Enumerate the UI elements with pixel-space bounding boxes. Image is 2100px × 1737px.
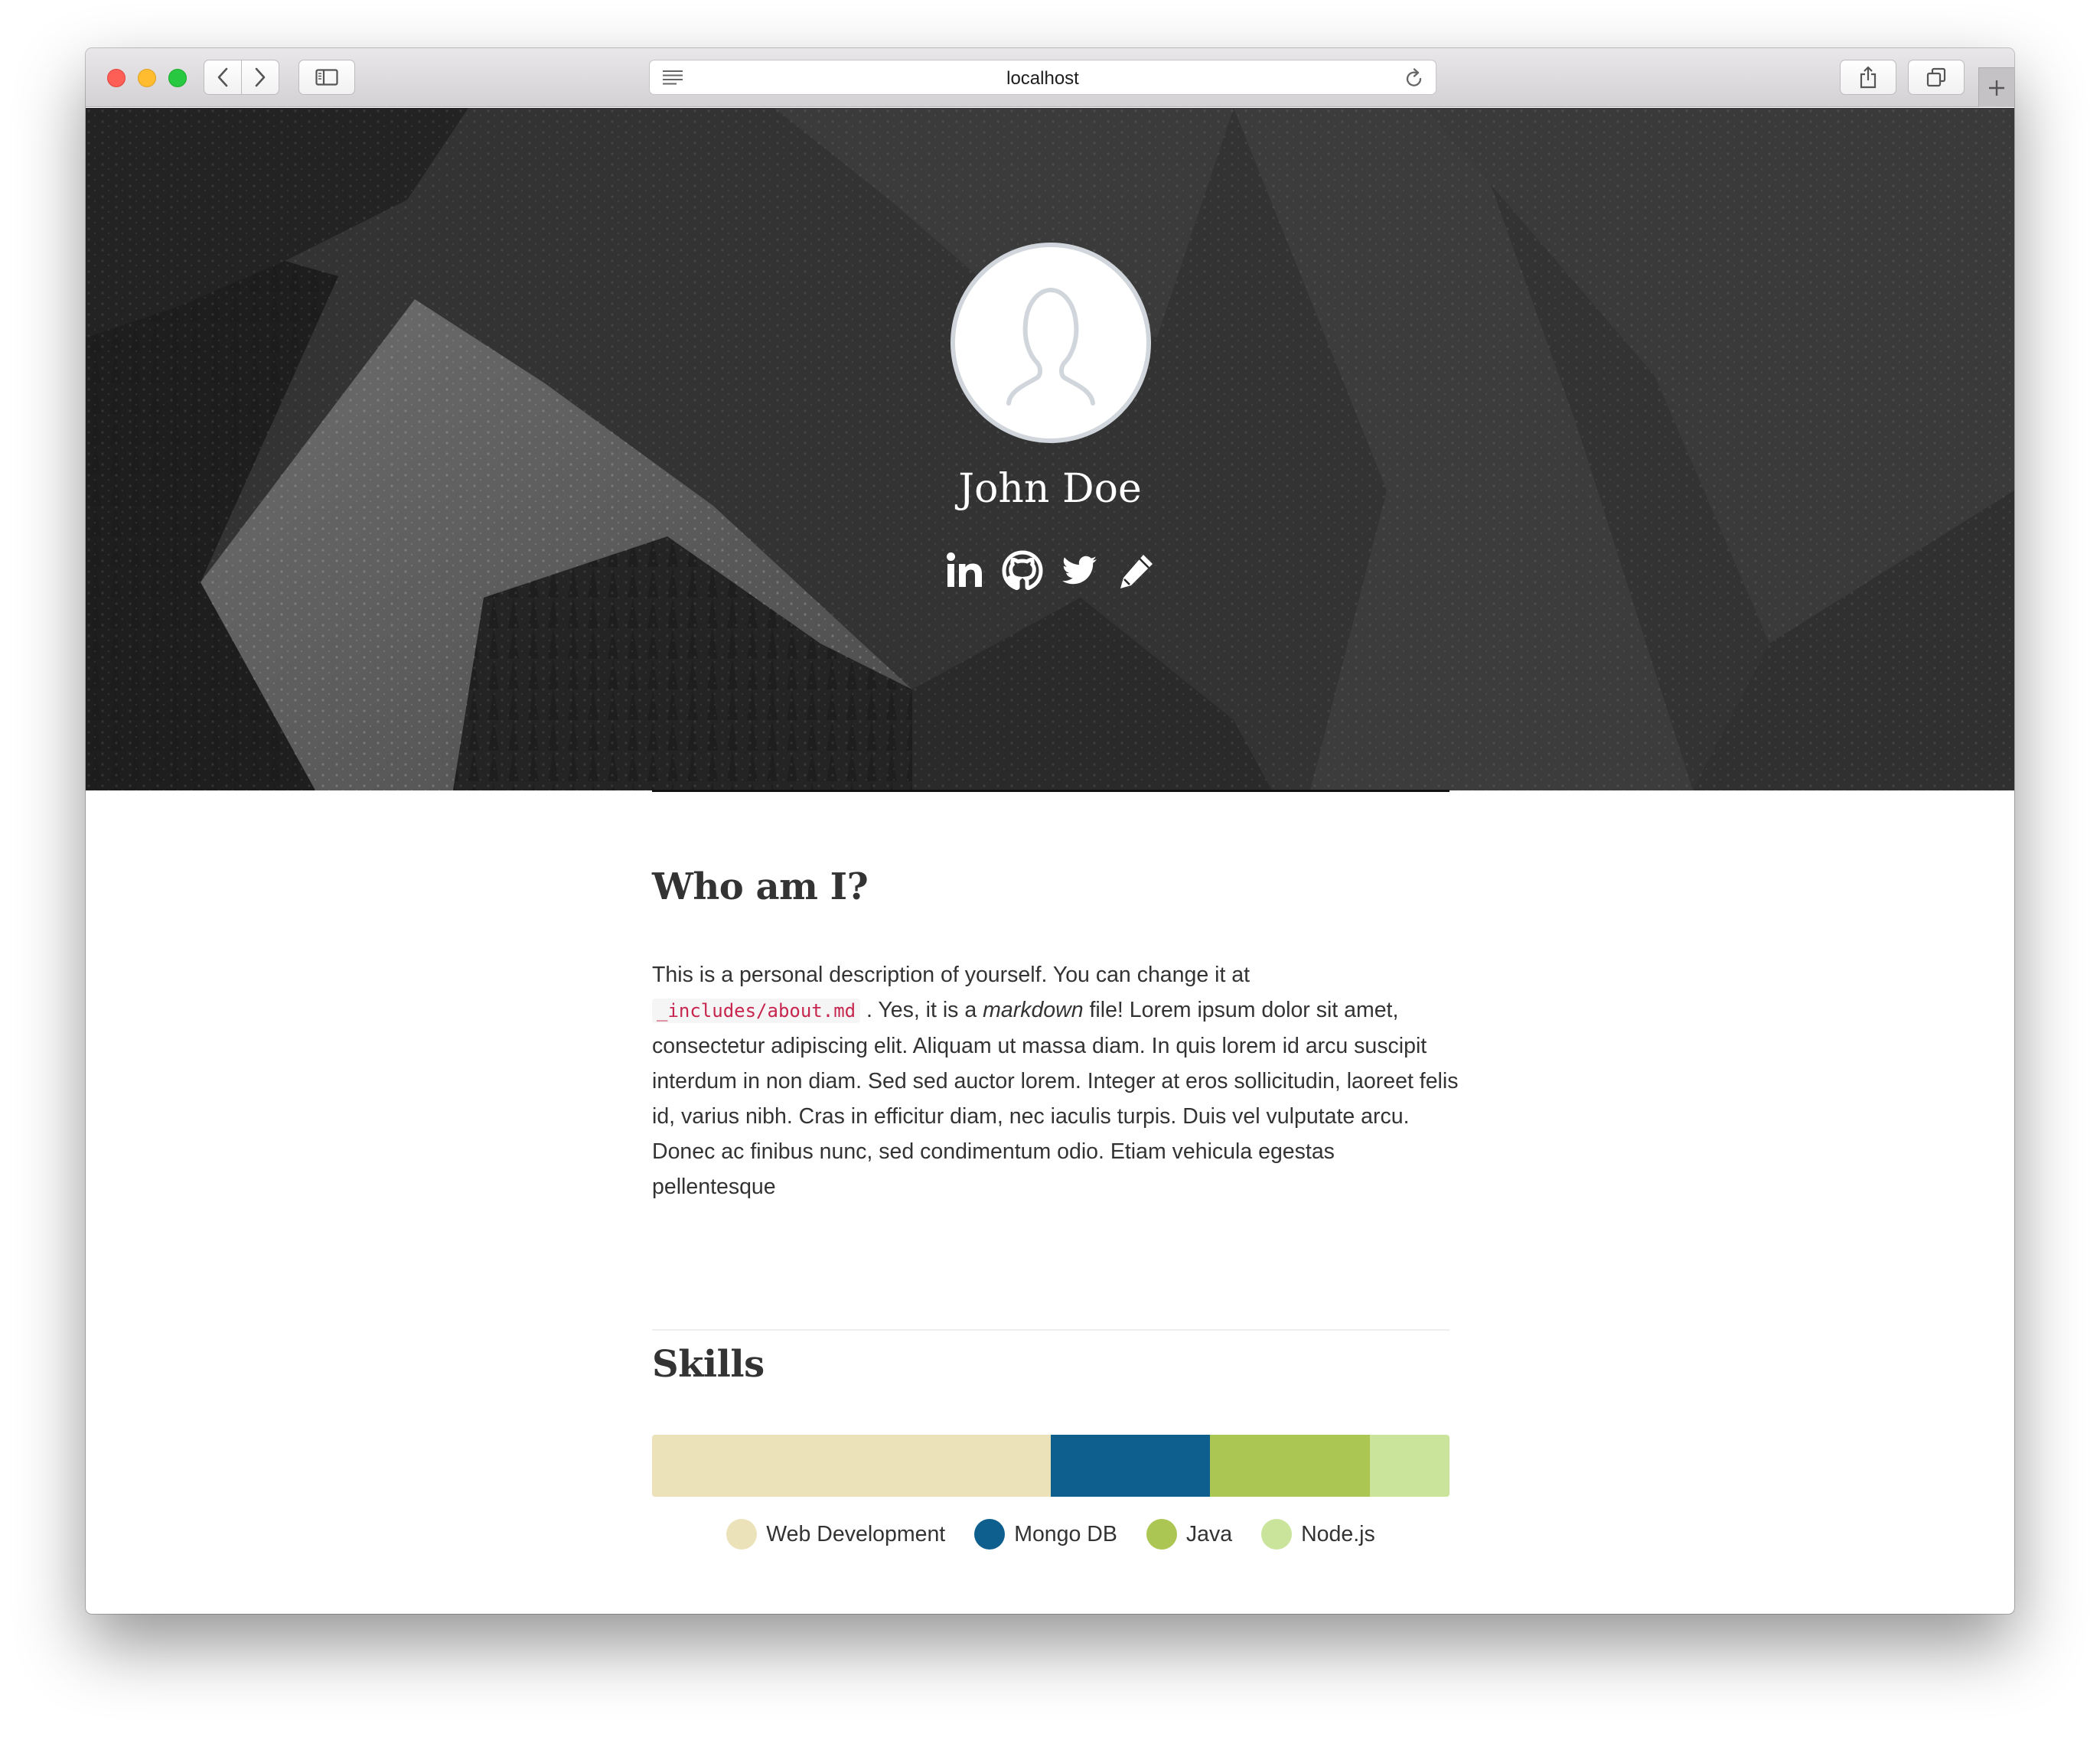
user-silhouette-icon: [1006, 288, 1095, 406]
show-tabs-button[interactable]: [1908, 60, 1965, 95]
legend-label: Mongo DB: [1014, 1521, 1117, 1546]
legend-item: Node.js: [1261, 1519, 1375, 1550]
about-emphasis: markdown: [983, 998, 1084, 1022]
blog-link[interactable]: [1114, 549, 1159, 593]
skill-segment: [652, 1435, 1051, 1497]
zoom-window-button[interactable]: [168, 69, 187, 87]
share-icon: [1860, 66, 1877, 89]
section-divider: [652, 1329, 1449, 1331]
hero-header: John Doe: [86, 108, 2014, 790]
reload-icon[interactable]: [1405, 68, 1423, 88]
skills-legend: Web Development Mongo DB Java Node.js: [652, 1519, 1449, 1550]
legend-item: Java: [1146, 1519, 1232, 1550]
legend-label: Web Development: [766, 1521, 946, 1546]
legend-swatch: [1146, 1519, 1177, 1550]
chevron-left-icon: [217, 67, 228, 87]
github-icon: [1002, 550, 1043, 591]
legend-label: Java: [1185, 1521, 1233, 1546]
new-tab-button[interactable]: [1978, 67, 2014, 107]
about-text-3: file! Lorem ipsum dolor sit amet, consec…: [652, 998, 1459, 1199]
pencil-icon: [1120, 555, 1153, 588]
social-links: [943, 548, 1159, 594]
url-text: localhost: [1006, 68, 1079, 89]
back-button[interactable]: [204, 60, 242, 95]
hero-divider: [652, 790, 1449, 792]
show-sidebar-button[interactable]: [298, 60, 355, 95]
about-text-2: . Yes, it is a: [866, 998, 977, 1022]
plus-icon: [1989, 80, 2004, 96]
profile-avatar: [951, 243, 1151, 443]
about-heading: Who am I?: [652, 865, 869, 908]
mountain-background-image: [86, 108, 2014, 790]
twitter-link[interactable]: [1057, 549, 1101, 593]
sidebar-icon: [315, 69, 338, 86]
linkedin-link[interactable]: [943, 549, 987, 593]
github-link[interactable]: [1000, 549, 1045, 593]
address-bar[interactable]: localhost: [649, 60, 1436, 95]
skills-bar: [652, 1435, 1449, 1497]
about-text-1: This is a personal description of yourse…: [652, 963, 1251, 987]
chevron-right-icon: [255, 67, 266, 87]
about-paragraph: This is a personal description of yourse…: [652, 957, 1463, 1204]
profile-name: John Doe: [958, 466, 1142, 512]
legend-label: Node.js: [1301, 1521, 1375, 1546]
skill-segment: [1210, 1435, 1370, 1497]
legend-swatch: [1261, 1519, 1293, 1550]
close-window-button[interactable]: [107, 69, 126, 87]
legend-item: Web Development: [726, 1519, 945, 1550]
about-code: _includes/about.md: [652, 999, 861, 1023]
skill-segment: [1369, 1435, 1449, 1497]
minimize-window-button[interactable]: [138, 69, 156, 87]
skill-segment: [1051, 1435, 1211, 1497]
linkedin-icon: [947, 552, 982, 587]
share-button[interactable]: [1840, 60, 1896, 95]
browser-toolbar: localhost: [86, 48, 2014, 107]
legend-swatch: [974, 1519, 1006, 1550]
twitter-icon: [1062, 556, 1097, 585]
browser-window: localhost John Doe Who am I? This is a p…: [86, 48, 2014, 1614]
skills-heading: Skills: [652, 1343, 765, 1386]
legend-item: Mongo DB: [974, 1519, 1117, 1550]
legend-swatch: [726, 1519, 758, 1550]
tabs-icon: [1926, 67, 1946, 87]
forward-button[interactable]: [241, 60, 279, 95]
